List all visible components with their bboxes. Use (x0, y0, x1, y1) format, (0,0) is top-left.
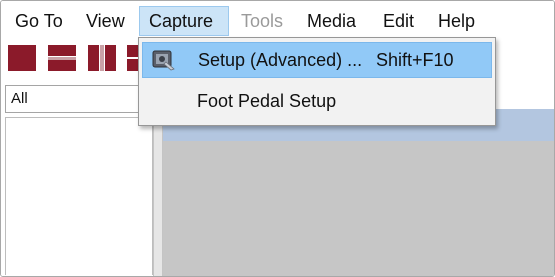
layout-split-vertical-icon[interactable] (88, 45, 116, 71)
menu-item-shortcut: Shift+F10 (376, 50, 454, 70)
menu-tools[interactable]: Tools (232, 6, 292, 36)
content-area[interactable] (163, 141, 554, 276)
menu-view[interactable]: View (77, 6, 134, 36)
menu-bar: Go To View Capture Tools Media Edit Help (1, 1, 554, 39)
capture-menu-dropdown: Setup (Advanced) ... Shift+F10 Foot Peda… (138, 37, 496, 126)
menu-item-label: Setup (Advanced) ... (198, 50, 363, 70)
filter-dropdown[interactable]: All (5, 85, 155, 113)
layout-full-icon[interactable] (8, 45, 36, 71)
menu-help[interactable]: Help (429, 6, 484, 36)
menu-capture[interactable]: Capture (139, 6, 229, 36)
menu-edit[interactable]: Edit (374, 6, 423, 36)
panel-splitter[interactable] (153, 109, 163, 276)
menu-item-label: Foot Pedal Setup (197, 91, 337, 111)
menu-item-setup-advanced[interactable]: Setup (Advanced) ... Shift+F10 (142, 42, 492, 78)
menu-item-foot-pedal-setup[interactable]: Foot Pedal Setup (142, 84, 492, 120)
item-list[interactable] (5, 117, 153, 275)
menu-media[interactable]: Media (298, 6, 365, 36)
capture-setup-icon (152, 50, 175, 71)
layout-split-horizontal-icon[interactable] (48, 45, 76, 71)
left-panel: All (1, 77, 158, 276)
app-window: Go To View Capture Tools Media Edit Help… (0, 0, 555, 277)
menu-go-to[interactable]: Go To (6, 6, 72, 36)
